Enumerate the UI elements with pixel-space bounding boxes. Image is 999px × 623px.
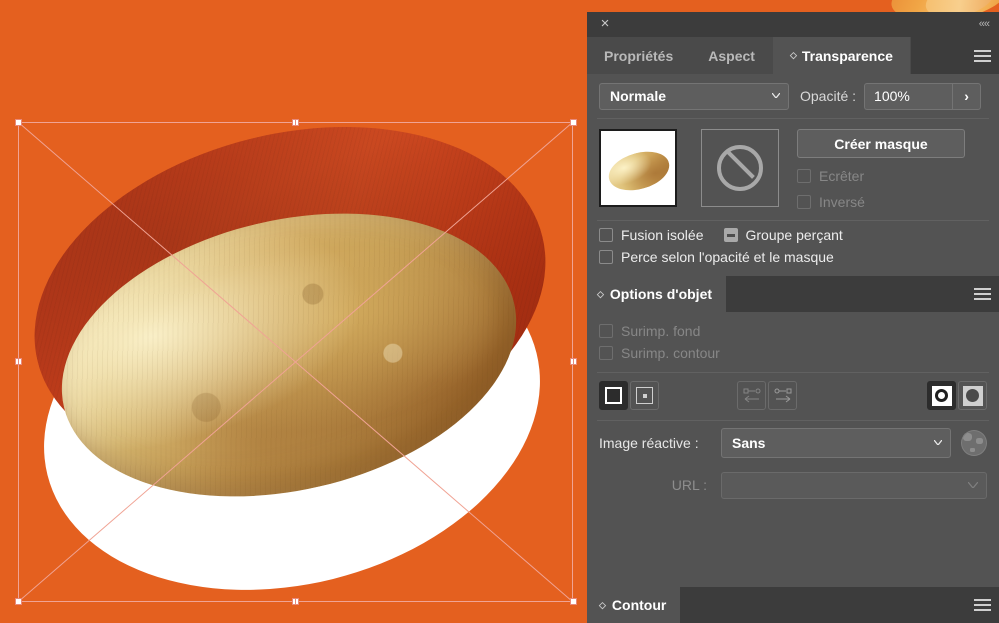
contour-menu-icon[interactable] [965, 587, 999, 623]
fill-mode-group [599, 381, 659, 410]
selection-handle-bottom-left[interactable] [15, 598, 22, 605]
thumbnail-potato-shape [604, 145, 674, 197]
chevron-down-icon [934, 440, 942, 445]
knockout-group-checkbox[interactable] [723, 228, 738, 242]
collapse-panel-icon[interactable]: «« [979, 17, 990, 31]
overprint-stroke-checkbox[interactable] [599, 346, 613, 360]
tab-aspect[interactable]: Aspect [691, 37, 773, 74]
align-right-node-icon[interactable] [768, 381, 797, 410]
tab-bar-spacer [910, 37, 965, 74]
align-left-node-icon[interactable] [737, 381, 766, 410]
clip-checkbox-row: Ecrêter [797, 168, 965, 184]
selection-handle-top-right[interactable] [570, 119, 577, 126]
node-align-group [737, 381, 797, 410]
diamond-icon: ◇ [789, 50, 797, 60]
chevron-down-icon [968, 482, 978, 488]
object-options-body: Surimp. fond Surimp. contour Image réact… [587, 312, 999, 505]
tab-proprietes[interactable]: Propriétés [587, 37, 692, 74]
url-input[interactable] [721, 471, 987, 499]
artwork-fragment-top-right [889, 0, 999, 12]
blend-opacity-row: Normale Opacité : 100% › [587, 74, 999, 118]
contour-title: Contour [611, 597, 667, 613]
reactive-image-value: Sans [732, 435, 766, 451]
opacity-value: 100% [874, 88, 910, 104]
overprint-fill-checkbox[interactable] [599, 324, 613, 338]
opacity-label: Opacité : [800, 88, 857, 104]
panel-title-bar: × «« [587, 12, 999, 37]
reactive-image-select[interactable]: Sans [721, 428, 951, 458]
align-right-node-glyph [774, 388, 791, 403]
knockout-opacity-label: Perce selon l'opacité et le masque [621, 249, 834, 265]
object-icon-button-row [587, 373, 999, 420]
selection-handle-top-left[interactable] [15, 119, 22, 126]
opacity-expand-button[interactable]: › [952, 82, 982, 110]
invert-label: Inversé [819, 194, 865, 210]
header-spacer [680, 587, 965, 623]
overprint-stroke-label: Surimp. contour [621, 345, 720, 361]
tab-contour[interactable]: ◇ Contour [589, 587, 681, 623]
artwork-thumbnail[interactable] [599, 129, 677, 207]
isolate-blend-label: Fusion isolée [621, 227, 704, 243]
reactive-image-label: Image réactive : [599, 435, 699, 451]
overprint-stroke-row: Surimp. contour [587, 342, 999, 364]
isolate-blend-checkbox[interactable] [599, 228, 613, 242]
overprint-fill-row: Surimp. fond [587, 320, 999, 342]
align-left-node-glyph [743, 388, 760, 403]
globe-icon[interactable] [961, 430, 987, 456]
tab-transparence-label: Transparence [801, 47, 893, 64]
object-options-header: ◇ Options d'objet [587, 276, 999, 312]
diamond-icon: ◇ [597, 288, 604, 299]
object-options-title: Options d'objet [609, 286, 713, 302]
no-mask-icon [717, 145, 763, 191]
url-label: URL : [671, 477, 707, 493]
knockout-opacity-checkbox[interactable] [599, 250, 613, 264]
blend-mode-select[interactable]: Normale [599, 82, 789, 110]
clip-checkbox[interactable] [797, 169, 811, 183]
knockout-opacity-row: Perce selon l'opacité et le masque [587, 243, 999, 276]
close-icon[interactable]: × [598, 16, 612, 31]
illustrator-window: × «« Propriétés Aspect ◇ Transparence No… [0, 0, 999, 623]
tab-aspect-label: Aspect [708, 47, 755, 64]
invert-checkbox[interactable] [797, 195, 811, 209]
mask-controls: Créer masque Ecrêter Inversé [797, 129, 965, 210]
invert-checkbox-row: Inversé [797, 194, 965, 210]
mask-thumbnail[interactable] [701, 129, 779, 207]
knockout-circle-group [927, 381, 987, 410]
canvas-artboard[interactable] [0, 0, 585, 623]
mask-thumbnail-row: Créer masque Ecrêter Inversé [587, 119, 999, 220]
knockout-group-label: Groupe perçant [745, 227, 843, 243]
reactive-image-row: Image réactive : Sans [587, 421, 999, 465]
fill-box-icon[interactable] [599, 381, 628, 410]
panel-menu-icon[interactable] [965, 37, 999, 74]
object-options-menu-icon[interactable] [965, 276, 999, 312]
selection-handle-middle-right[interactable] [570, 358, 577, 365]
blend-mode-value: Normale [610, 88, 667, 104]
header-spacer [726, 276, 965, 312]
panel-tab-bar: Propriétés Aspect ◇ Transparence [587, 37, 999, 74]
overprint-fill-label: Surimp. fond [621, 323, 701, 339]
center-dot-box-icon[interactable] [630, 381, 659, 410]
selection-handle-middle-left[interactable] [15, 358, 22, 365]
url-row: URL : [587, 465, 999, 505]
diamond-icon: ◇ [599, 599, 606, 610]
tab-options-objet[interactable]: ◇ Options d'objet [587, 276, 727, 312]
chevron-down-icon [772, 93, 780, 98]
opacity-input[interactable]: 100% [864, 82, 953, 110]
outline-circle-icon[interactable] [927, 381, 956, 410]
tab-proprietes-label: Propriétés [604, 47, 674, 64]
contour-header: ◇ Contour [589, 587, 999, 623]
transparency-panel: × «« Propriétés Aspect ◇ Transparence No… [585, 12, 999, 623]
selection-handle-bottom-right[interactable] [570, 598, 577, 605]
isolate-knockout-row: Fusion isolée Groupe perçant [587, 221, 999, 243]
selection-handle-top-center[interactable] [292, 119, 299, 126]
potato-artwork[interactable] [0, 76, 583, 623]
create-mask-button[interactable]: Créer masque [797, 129, 965, 158]
clip-label: Ecrêter [819, 168, 865, 184]
selection-handle-bottom-center[interactable] [292, 598, 299, 605]
tab-transparence[interactable]: ◇ Transparence [772, 37, 911, 74]
filled-circle-icon[interactable] [958, 381, 987, 410]
